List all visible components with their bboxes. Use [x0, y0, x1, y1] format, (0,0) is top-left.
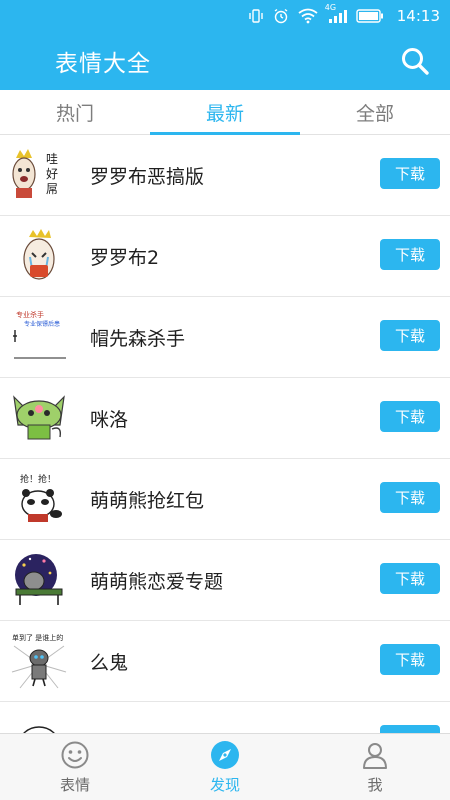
tab-latest[interactable]: 最新 — [150, 90, 300, 135]
sticker-thumbnail — [10, 389, 68, 447]
download-button[interactable]: 下载 — [380, 158, 440, 189]
download-button[interactable]: 下载 — [380, 644, 440, 675]
download-button[interactable]: 下载 — [380, 563, 440, 594]
sticker-thumbnail — [10, 551, 68, 609]
signal-4g-icon: 4G — [325, 3, 347, 25]
download-button[interactable]: 下载 — [380, 482, 440, 513]
sticker-thumbnail: 单到了 是谁上的 — [10, 632, 68, 690]
compass-icon — [211, 741, 239, 769]
download-button[interactable]: 下载 — [380, 320, 440, 351]
nav-label-discover: 发现 — [209, 776, 240, 794]
sticker-thumbnail — [10, 227, 68, 285]
list-item[interactable]: 嘿嘿 下载 — [0, 702, 450, 733]
nav-item-emoji[interactable]: 表情 — [0, 734, 150, 800]
alarm-icon — [273, 7, 289, 25]
page-title: 表情大全 — [55, 51, 151, 77]
download-button[interactable]: 下载 — [380, 725, 440, 733]
search-icon — [402, 48, 429, 75]
vibrate-icon — [248, 7, 264, 25]
list-item[interactable]: 咪洛 下载 — [0, 378, 450, 459]
tab-hot[interactable]: 热门 — [0, 90, 150, 134]
list-item[interactable]: 单到了 是谁上的 么鬼 下载 — [0, 621, 450, 702]
app-bar: 表情大全 — [0, 32, 450, 90]
nav-label-emoji: 表情 — [59, 776, 90, 794]
sticker-thumbnail: 抢！抢！ — [10, 470, 68, 528]
search-button[interactable] — [398, 44, 432, 78]
wifi-icon — [298, 7, 318, 25]
network-label: 4G — [324, 3, 337, 12]
bottom-nav: 表情 发现 我 — [0, 733, 450, 800]
list-item[interactable]: 萌萌熊恋爱专题 下载 — [0, 540, 450, 621]
sticker-thumbnail: 专业杀手 专业保镖后患 — [10, 308, 68, 366]
battery-icon — [356, 7, 384, 25]
sticker-thumbnail — [10, 713, 68, 733]
person-icon — [363, 743, 387, 769]
nav-item-discover[interactable]: 发现 — [150, 734, 300, 800]
download-button[interactable]: 下载 — [380, 401, 440, 432]
status-bar: 4G 14:13 — [0, 0, 450, 32]
list-item[interactable]: 专业杀手 专业保镖后患 帽先森杀手 下载 — [0, 297, 450, 378]
tab-bar: 热门 最新 全部 — [0, 90, 450, 135]
list-item[interactable]: 哇好屌 罗罗布恶搞版 下载 — [0, 135, 450, 216]
thumb-caption: 哇好屌 — [46, 152, 59, 196]
sticker-thumbnail: 哇好屌 — [10, 146, 68, 204]
sticker-list[interactable]: 哇好屌 罗罗布恶搞版 下载 罗罗布2 下载 专业杀手 专业保镖后患 帽先森杀手 … — [0, 135, 450, 733]
nav-label-me: 我 — [367, 776, 383, 794]
smiley-icon — [61, 741, 89, 769]
list-item[interactable]: 抢！抢！ 萌萌熊抢红包 下载 — [0, 459, 450, 540]
download-button[interactable]: 下载 — [380, 239, 440, 270]
nav-item-me[interactable]: 我 — [300, 734, 450, 800]
list-item[interactable]: 罗罗布2 下载 — [0, 216, 450, 297]
status-time: 14:13 — [396, 7, 440, 25]
tab-all[interactable]: 全部 — [300, 90, 450, 134]
